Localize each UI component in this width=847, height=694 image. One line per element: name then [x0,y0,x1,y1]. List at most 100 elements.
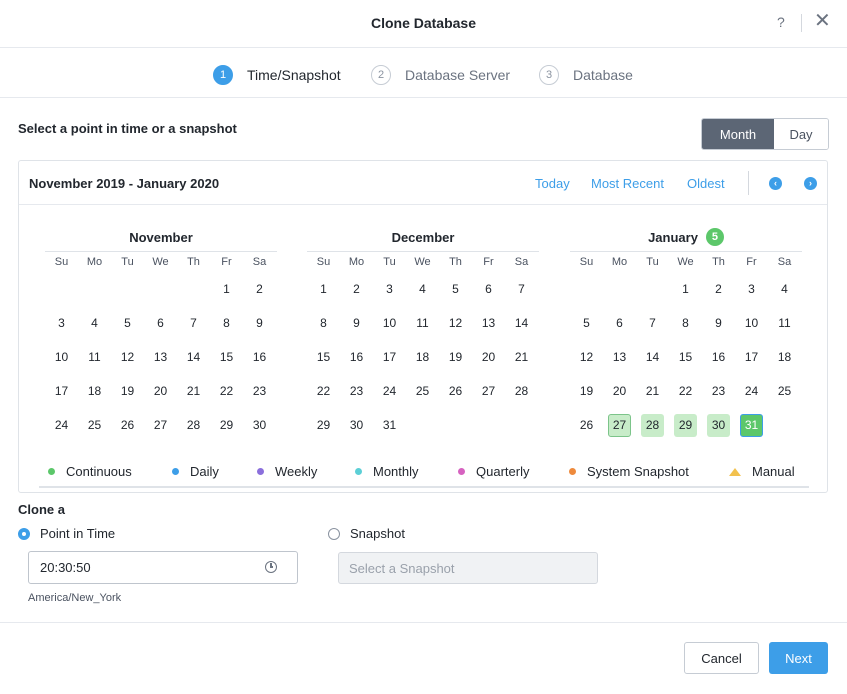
step-database[interactable]: 3 Database [539,65,633,85]
dialog-header: Clone Database ? ✕ [0,0,847,48]
legend-item: Monthly [355,464,419,479]
calendar-day: 8 [682,316,689,330]
calendar-day: 12 [120,350,135,364]
calendar-day: 4 [91,316,98,330]
calendar-day: 11 [88,350,101,364]
calendar-day: 21 [186,384,201,398]
section-title: Select a point in time or a snapshot [18,121,237,136]
month-name: January 5 [570,227,802,247]
calendar-day: 14 [645,350,660,364]
step-number: 3 [539,65,559,85]
calendar-day: 4 [781,282,788,296]
next-button[interactable]: Next [769,642,828,674]
calendar-day: 27 [153,418,168,432]
legend-dot-icon [458,468,465,475]
weekday-header: We [414,256,431,268]
calendar-day: 30 [349,418,364,432]
calendar-day: 24 [382,384,397,398]
calendar-day: 29 [219,418,234,432]
most-recent-link[interactable]: Most Recent [591,176,664,191]
legend-item: Continuous [48,464,132,479]
legend-item: Manual [729,464,795,479]
clock-icon[interactable] [265,561,277,573]
calendar-day: 5 [583,316,590,330]
calendar-day: 22 [219,384,234,398]
calendar-day: 22 [316,384,331,398]
calendar-day: 31 [382,418,397,432]
time-input[interactable]: 20:30:50 [28,551,298,584]
date-range: November 2019 - January 2020 [29,176,220,191]
weekday-header: Su [579,256,594,268]
calendar-day: 16 [349,350,364,364]
calendar-day: 18 [777,350,792,364]
snapshot-radio[interactable]: Snapshot [328,526,405,541]
calendar-day: 18 [87,384,102,398]
legend-item: Weekly [257,464,317,479]
calendar-day: 20 [481,350,496,364]
calendar-day: 23 [252,384,267,398]
radio-label: Point in Time [40,526,116,541]
calendar-day: 1 [320,282,327,296]
calendar-day: 13 [153,350,168,364]
calendar-day: 26 [448,384,463,398]
calendar-day-snapshot[interactable]: 29 [669,408,702,442]
legend-dot-icon [172,468,179,475]
calendar-day: 2 [353,282,360,296]
calendar-day: 11 [416,316,429,330]
calendar-day-snapshot[interactable]: 30 [702,408,735,442]
today-link[interactable]: Today [535,176,570,191]
calendar-day: 16 [252,350,267,364]
next-arrow-icon[interactable]: › [804,177,817,190]
calendar-day: 25 [777,384,792,398]
month-name: November [129,229,193,245]
help-icon[interactable]: ? [777,14,785,30]
day-view-button[interactable]: Day [774,119,828,149]
prev-arrow-icon[interactable]: ‹ [769,177,782,190]
calendar-day: 10 [54,350,69,364]
calendar-day: 16 [711,350,726,364]
calendar-day: 6 [616,316,623,330]
calendar-day-snapshot[interactable]: 28 [636,408,669,442]
calendar-day: 4 [419,282,426,296]
calendar-panel: November 2019 - January 2020 Today Most … [18,160,828,493]
calendar-day-snapshot[interactable]: 27 [603,408,636,442]
weekday-header: Th [449,256,462,268]
calendar-day: 11 [778,316,791,330]
legend-dot-icon [257,468,264,475]
calendar-day: 3 [58,316,65,330]
header-divider [748,171,749,195]
point-in-time-radio[interactable]: Point in Time [18,526,115,541]
step-number: 2 [371,65,391,85]
view-toggle: Month Day [701,118,829,150]
weekday-header: Tu [646,256,659,268]
snapshot-select[interactable]: Select a Snapshot [338,552,598,584]
step-time-snapshot[interactable]: 1 Time/Snapshot [213,65,341,85]
calendar-day: 13 [612,350,627,364]
dialog-title: Clone Database [370,15,477,31]
weekday-header: Mo [348,256,365,268]
oldest-link[interactable]: Oldest [687,176,725,191]
calendar-day: 15 [219,350,234,364]
calendar-day: 19 [120,384,135,398]
calendar-day: 17 [382,350,397,364]
calendar-day: 1 [223,282,230,296]
empty-cell [603,272,636,306]
legend-item: Daily [172,464,219,479]
month-november: November Su Mo Tu We Th Fr Sa 1 2 3 4 5 6 7 8 9 10 11 12 13… [45,227,277,442]
calendar-day: 28 [186,418,201,432]
calendar-day: 28 [514,384,529,398]
calendar-day: 19 [579,384,594,398]
close-icon[interactable]: ✕ [814,11,831,31]
calendar-day: 7 [518,282,525,296]
weekday-header: Fr [746,256,757,268]
cancel-button[interactable]: Cancel [684,642,759,674]
calendar-day: 9 [256,316,263,330]
empty-cell [177,272,210,306]
calendar-day: 2 [715,282,722,296]
calendar-day: 5 [124,316,131,330]
calendar-day-snapshot[interactable]: 31 [735,408,768,442]
month-view-button[interactable]: Month [702,119,774,149]
calendar-day: 12 [579,350,594,364]
step-database-server[interactable]: 2 Database Server [371,65,510,85]
calendar-day: 10 [382,316,397,330]
